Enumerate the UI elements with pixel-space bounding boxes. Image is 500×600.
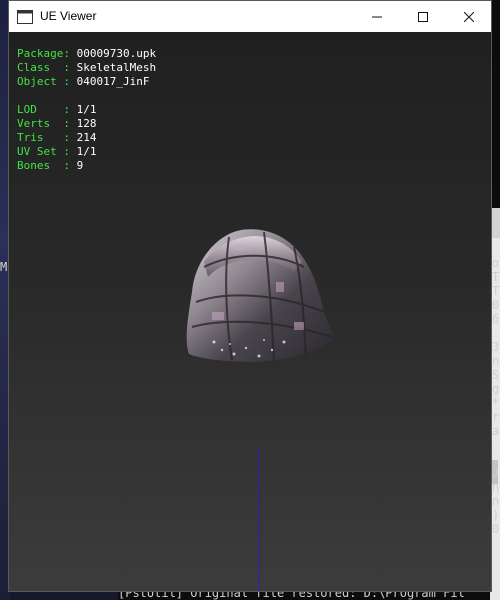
console-char: T bbox=[492, 284, 500, 298]
app-window-icon bbox=[17, 10, 33, 24]
console-char: 0 bbox=[492, 522, 500, 536]
info-value: SkeletalMesh bbox=[76, 61, 157, 74]
info-label: LOD bbox=[17, 103, 64, 116]
close-button[interactable] bbox=[446, 1, 492, 32]
console-char: ) bbox=[492, 508, 500, 522]
info-label: Verts bbox=[17, 117, 64, 130]
desktop-text-fragment: M bbox=[0, 260, 8, 274]
console-log-line: [PstUtil] Original file restored: D:\Pro… bbox=[118, 592, 490, 600]
info-row-lod: LOD : 1/1 bbox=[17, 103, 156, 117]
info-label: UV Set bbox=[17, 145, 64, 158]
console-log-text: [PstUtil] Original file restored: D:\Pro… bbox=[118, 592, 465, 600]
3d-viewport[interactable]: Package: 00009730.upk Class : SkeletalMe… bbox=[9, 32, 491, 591]
info-label: Object bbox=[17, 75, 64, 88]
console-char: J bbox=[492, 466, 500, 480]
info-row-uv-set: UV Set : 1/1 bbox=[17, 145, 156, 159]
console-char: a bbox=[492, 424, 500, 438]
minimize-button[interactable] bbox=[354, 1, 400, 32]
info-separator: : bbox=[63, 75, 77, 88]
ue-viewer-window: UE Viewer Package: 00009730.upk Class : … bbox=[8, 0, 492, 592]
console-char: S bbox=[492, 368, 500, 382]
maximize-icon bbox=[418, 11, 428, 22]
info-value: 1/1 bbox=[76, 145, 97, 158]
info-row-class: Class : SkeletalMesh bbox=[17, 61, 156, 75]
info-row-verts: Verts : 128 bbox=[17, 117, 156, 131]
console-char: n bbox=[492, 480, 500, 494]
close-icon bbox=[464, 11, 474, 22]
info-row-bones: Bones : 9 bbox=[17, 159, 156, 173]
info-separator: : bbox=[63, 145, 77, 158]
info-row-tris: Tris : 214 bbox=[17, 131, 156, 145]
info-value: 040017_JinF bbox=[76, 75, 150, 88]
console-char: n bbox=[492, 354, 500, 368]
minimize-icon bbox=[372, 16, 382, 17]
mesh-info-panel: Package: 00009730.upk Class : SkeletalMe… bbox=[17, 47, 156, 173]
window-title: UE Viewer bbox=[40, 9, 97, 23]
console-char: . bbox=[492, 452, 500, 466]
info-value: 214 bbox=[76, 131, 97, 144]
console-char: r bbox=[492, 410, 500, 424]
console-char: T bbox=[492, 270, 500, 284]
info-separator: : bbox=[63, 131, 77, 144]
console-char: o bbox=[492, 256, 500, 270]
z-axis-line bbox=[259, 447, 260, 591]
info-separator: : bbox=[63, 117, 77, 130]
info-label: Class bbox=[17, 61, 64, 74]
info-separator: : bbox=[63, 159, 77, 172]
info-label: Package bbox=[17, 47, 64, 60]
info-separator: : bbox=[63, 103, 77, 116]
info-label: Bones bbox=[17, 159, 64, 172]
info-value: 9 bbox=[76, 159, 84, 172]
console-char: n bbox=[492, 494, 500, 508]
info-label: Tris bbox=[17, 131, 64, 144]
info-row-object: Object : 040017_JinF bbox=[17, 75, 156, 89]
console-char: 3 bbox=[492, 340, 500, 354]
info-separator: : bbox=[63, 47, 77, 60]
console-char: * bbox=[492, 396, 500, 410]
info-value: 1/1 bbox=[76, 103, 97, 116]
info-value: 128 bbox=[76, 117, 97, 130]
info-row-package: Package: 00009730.upk bbox=[17, 47, 156, 61]
maximize-button[interactable] bbox=[400, 1, 446, 32]
info-value: 00009730.upk bbox=[76, 47, 157, 60]
info-separator: : bbox=[63, 61, 77, 74]
title-bar[interactable]: UE Viewer bbox=[9, 1, 491, 32]
skeletal-mesh-model[interactable] bbox=[174, 222, 339, 367]
console-char: 0 bbox=[492, 298, 500, 312]
console-char: 6 bbox=[492, 312, 500, 326]
console-char: g bbox=[492, 382, 500, 396]
